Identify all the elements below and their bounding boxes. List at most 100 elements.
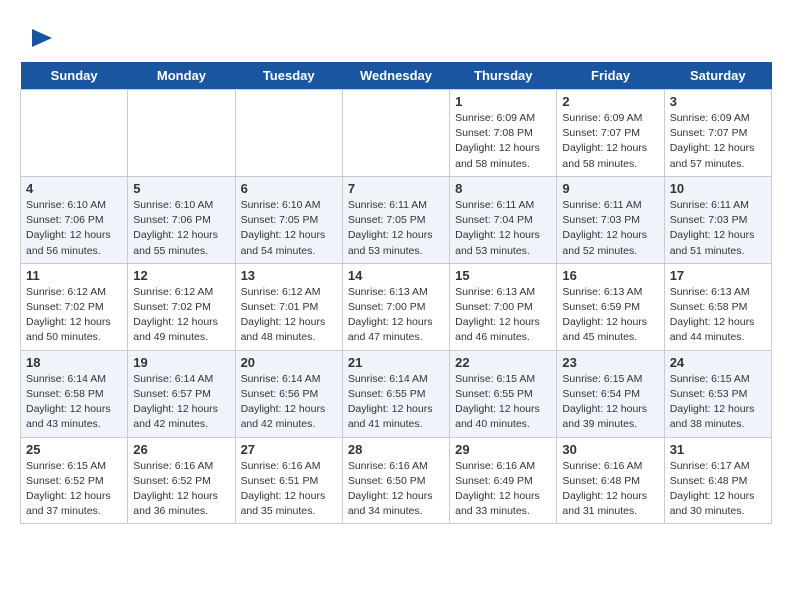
day-info: Sunrise: 6:13 AMSunset: 7:00 PMDaylight:… [348,285,444,346]
day-info: Sunrise: 6:11 AMSunset: 7:03 PMDaylight:… [562,198,658,259]
date-number: 13 [241,268,337,283]
calendar-cell [128,90,235,177]
date-number: 10 [670,181,766,196]
date-number: 12 [133,268,229,283]
date-number: 9 [562,181,658,196]
day-header-row: SundayMondayTuesdayWednesdayThursdayFrid… [21,62,772,90]
day-info: Sunrise: 6:13 AMSunset: 6:59 PMDaylight:… [562,285,658,346]
calendar-cell: 28 Sunrise: 6:16 AMSunset: 6:50 PMDayligh… [342,437,449,524]
day-info: Sunrise: 6:15 AMSunset: 6:54 PMDaylight:… [562,372,658,433]
day-info: Sunrise: 6:16 AMSunset: 6:50 PMDaylight:… [348,459,444,520]
calendar-cell: 12 Sunrise: 6:12 AMSunset: 7:02 PMDayligh… [128,263,235,350]
calendar-cell: 10 Sunrise: 6:11 AMSunset: 7:03 PMDayligh… [664,176,771,263]
day-info: Sunrise: 6:16 AMSunset: 6:52 PMDaylight:… [133,459,229,520]
date-number: 21 [348,355,444,370]
date-number: 2 [562,94,658,109]
date-number: 28 [348,442,444,457]
calendar-cell: 21 Sunrise: 6:14 AMSunset: 6:55 PMDayligh… [342,350,449,437]
day-info: Sunrise: 6:10 AMSunset: 7:06 PMDaylight:… [26,198,122,259]
day-header-friday: Friday [557,62,664,90]
calendar-cell: 27 Sunrise: 6:16 AMSunset: 6:51 PMDayligh… [235,437,342,524]
logo-icon [24,24,54,54]
day-info: Sunrise: 6:17 AMSunset: 6:48 PMDaylight:… [670,459,766,520]
date-number: 7 [348,181,444,196]
calendar-cell: 3 Sunrise: 6:09 AMSunset: 7:07 PMDaylight… [664,90,771,177]
calendar-cell: 25 Sunrise: 6:15 AMSunset: 6:52 PMDayligh… [21,437,128,524]
day-header-thursday: Thursday [450,62,557,90]
week-row-4: 18 Sunrise: 6:14 AMSunset: 6:58 PMDayligh… [21,350,772,437]
calendar-cell: 9 Sunrise: 6:11 AMSunset: 7:03 PMDaylight… [557,176,664,263]
week-row-2: 4 Sunrise: 6:10 AMSunset: 7:06 PMDaylight… [21,176,772,263]
date-number: 3 [670,94,766,109]
date-number: 24 [670,355,766,370]
date-number: 17 [670,268,766,283]
day-info: Sunrise: 6:15 AMSunset: 6:53 PMDaylight:… [670,372,766,433]
calendar-table: SundayMondayTuesdayWednesdayThursdayFrid… [20,62,772,524]
calendar-cell [235,90,342,177]
date-number: 23 [562,355,658,370]
calendar-cell: 23 Sunrise: 6:15 AMSunset: 6:54 PMDayligh… [557,350,664,437]
calendar-cell: 7Sunrise: 6:11 AMSunset: 7:05 PMDaylight… [342,176,449,263]
day-info: Sunrise: 6:15 AMSunset: 6:52 PMDaylight:… [26,459,122,520]
calendar-cell: 29 Sunrise: 6:16 AMSunset: 6:49 PMDayligh… [450,437,557,524]
day-header-saturday: Saturday [664,62,771,90]
day-header-sunday: Sunday [21,62,128,90]
day-header-tuesday: Tuesday [235,62,342,90]
date-number: 4 [26,181,122,196]
date-number: 22 [455,355,551,370]
calendar-cell [21,90,128,177]
calendar-cell: 17 Sunrise: 6:13 AMSunset: 6:58 PMDayligh… [664,263,771,350]
week-row-3: 11 Sunrise: 6:12 AMSunset: 7:02 PMDayligh… [21,263,772,350]
calendar-cell [342,90,449,177]
page-header [20,20,772,54]
calendar-cell: 24 Sunrise: 6:15 AMSunset: 6:53 PMDayligh… [664,350,771,437]
date-number: 1 [455,94,551,109]
day-info: Sunrise: 6:12 AMSunset: 7:01 PMDaylight:… [241,285,337,346]
day-info: Sunrise: 6:13 AMSunset: 6:58 PMDaylight:… [670,285,766,346]
date-number: 14 [348,268,444,283]
day-info: Sunrise: 6:11 AMSunset: 7:03 PMDaylight:… [670,198,766,259]
calendar-cell: 14 Sunrise: 6:13 AMSunset: 7:00 PMDayligh… [342,263,449,350]
date-number: 18 [26,355,122,370]
day-info: Sunrise: 6:14 AMSunset: 6:58 PMDaylight:… [26,372,122,433]
day-info: Sunrise: 6:14 AMSunset: 6:56 PMDaylight:… [241,372,337,433]
calendar-cell: 6 Sunrise: 6:10 AMSunset: 7:05 PMDaylight… [235,176,342,263]
calendar-cell: 19 Sunrise: 6:14 AMSunset: 6:57 PMDayligh… [128,350,235,437]
date-number: 5 [133,181,229,196]
calendar-cell: 15Sunrise: 6:13 AMSunset: 7:00 PMDayligh… [450,263,557,350]
calendar-cell: 20 Sunrise: 6:14 AMSunset: 6:56 PMDayligh… [235,350,342,437]
day-info: Sunrise: 6:13 AMSunset: 7:00 PMDaylight:… [455,285,551,346]
date-number: 6 [241,181,337,196]
day-info: Sunrise: 6:09 AMSunset: 7:07 PMDaylight:… [670,111,766,172]
date-number: 29 [455,442,551,457]
day-info: Sunrise: 6:10 AMSunset: 7:05 PMDaylight:… [241,198,337,259]
day-info: Sunrise: 6:14 AMSunset: 6:55 PMDaylight:… [348,372,444,433]
date-number: 19 [133,355,229,370]
day-info: Sunrise: 6:16 AMSunset: 6:51 PMDaylight:… [241,459,337,520]
date-number: 27 [241,442,337,457]
calendar-cell: 31 Sunrise: 6:17 AMSunset: 6:48 PMDayligh… [664,437,771,524]
day-header-monday: Monday [128,62,235,90]
calendar-cell: 26 Sunrise: 6:16 AMSunset: 6:52 PMDayligh… [128,437,235,524]
day-info: Sunrise: 6:14 AMSunset: 6:57 PMDaylight:… [133,372,229,433]
calendar-cell: 4 Sunrise: 6:10 AMSunset: 7:06 PMDaylight… [21,176,128,263]
date-number: 26 [133,442,229,457]
week-row-5: 25 Sunrise: 6:15 AMSunset: 6:52 PMDayligh… [21,437,772,524]
calendar-cell: 8Sunrise: 6:11 AMSunset: 7:04 PMDaylight… [450,176,557,263]
date-number: 20 [241,355,337,370]
day-header-wednesday: Wednesday [342,62,449,90]
day-info: Sunrise: 6:16 AMSunset: 6:49 PMDaylight:… [455,459,551,520]
date-number: 11 [26,268,122,283]
day-info: Sunrise: 6:11 AMSunset: 7:04 PMDaylight:… [455,198,551,259]
calendar-cell: 2Sunrise: 6:09 AMSunset: 7:07 PMDaylight… [557,90,664,177]
calendar-cell: 11Sunrise: 6:12 AMSunset: 7:02 PMDayligh… [21,263,128,350]
date-number: 25 [26,442,122,457]
day-info: Sunrise: 6:12 AMSunset: 7:02 PMDaylight:… [133,285,229,346]
logo [20,24,54,54]
date-number: 31 [670,442,766,457]
date-number: 16 [562,268,658,283]
calendar-cell: 13 Sunrise: 6:12 AMSunset: 7:01 PMDayligh… [235,263,342,350]
week-row-1: 1Sunrise: 6:09 AMSunset: 7:08 PMDaylight… [21,90,772,177]
calendar-cell: 16 Sunrise: 6:13 AMSunset: 6:59 PMDayligh… [557,263,664,350]
day-info: Sunrise: 6:15 AMSunset: 6:55 PMDaylight:… [455,372,551,433]
